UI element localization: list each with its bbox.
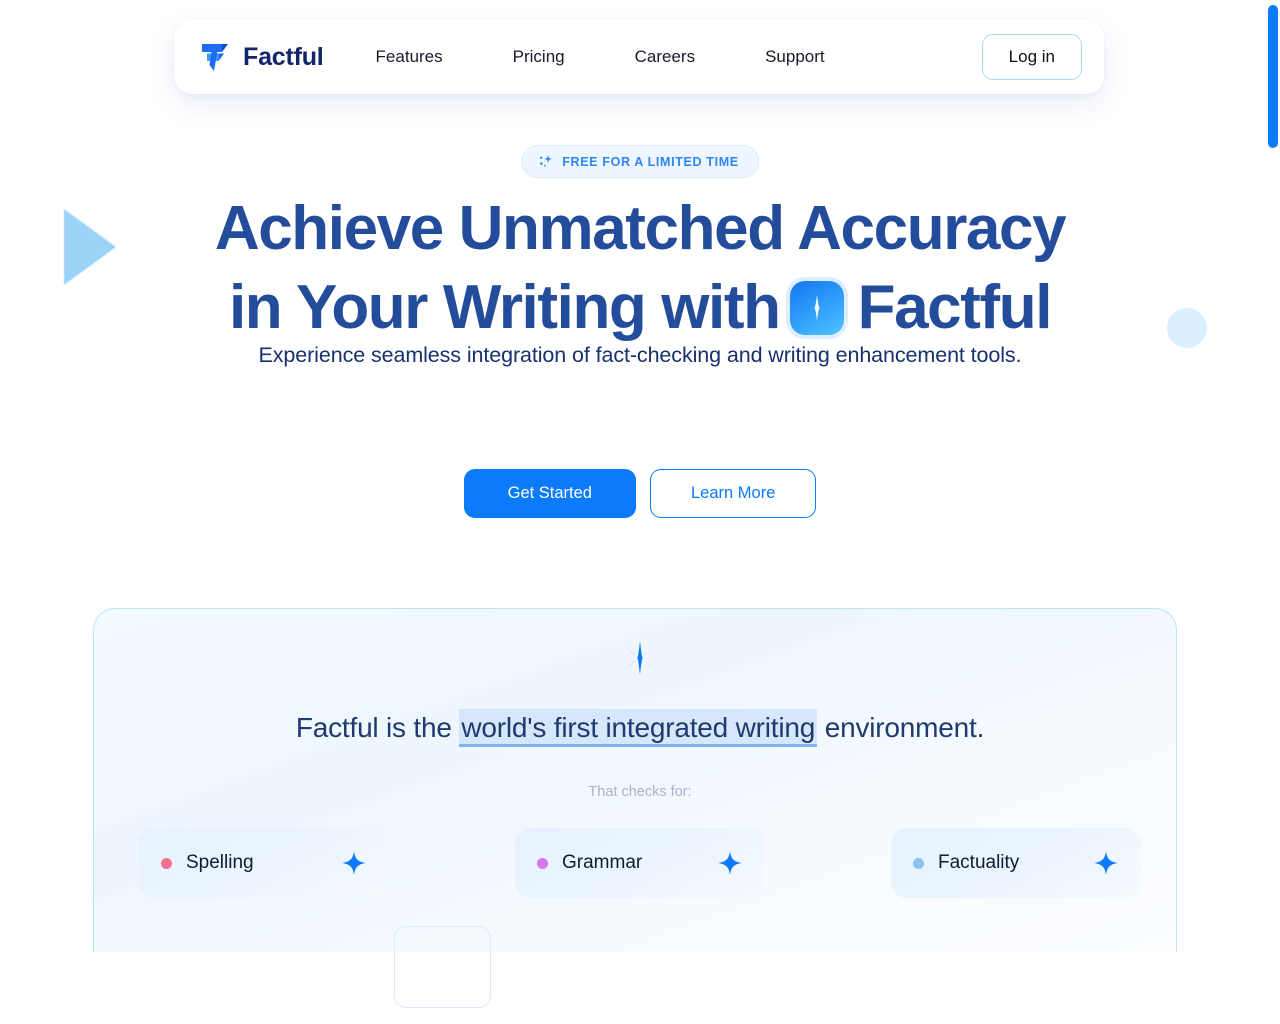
promo-badge[interactable]: FREE FOR A LIMITED TIME (521, 145, 759, 178)
spelling-dot-icon (161, 857, 172, 869)
feature-pill-label: Grammar (562, 852, 643, 873)
showcase-sentence-after: environment. (824, 712, 985, 743)
showcase-sentence: Factful is the world's first integrated … (0, 709, 1280, 747)
feature-pill-label: Factuality (938, 852, 1020, 873)
promo-badge-label: FREE FOR A LIMITED TIME (562, 154, 739, 169)
feature-pill-list: Spelling Grammar Factuality (139, 828, 1141, 898)
sparkle-star-icon (619, 640, 661, 687)
feature-pill-grammar[interactable]: Grammar (515, 828, 765, 898)
nav-link-support[interactable]: Support (765, 37, 825, 77)
get-started-button[interactable]: Get Started (463, 469, 636, 518)
headline-line-2: in Your Writing with Factful (0, 268, 1280, 347)
headline-line-2-after: Factful (857, 273, 1053, 342)
star-sparkle-icon (789, 280, 844, 335)
factful-f-logo-icon (202, 44, 228, 71)
factuality-dot-icon (913, 857, 924, 869)
star-sparkle-glyph-icon (800, 294, 833, 321)
brand-name: Factful (243, 42, 324, 71)
sparkle-icon (1094, 851, 1118, 875)
learn-more-button[interactable]: Learn More (650, 469, 817, 518)
page-title: Achieve Unmatched Accuracy in Your Writi… (0, 189, 1280, 347)
grammar-dot-icon (537, 857, 548, 869)
feature-pill-factuality[interactable]: Factuality (891, 828, 1141, 898)
sparkle-icon (718, 851, 742, 875)
showcase-sentence-highlight[interactable]: world's first integrated writing (459, 709, 818, 747)
nav-link-careers[interactable]: Careers (635, 37, 695, 77)
feature-pill-spelling[interactable]: Spelling (139, 828, 389, 898)
cta-row: Get Started Learn More (0, 469, 1280, 518)
nav-links: Features Pricing Careers Support (376, 37, 982, 77)
hero-subtitle: Experience seamless integration of fact-… (258, 343, 1022, 367)
feature-pill-label: Spelling (186, 852, 254, 873)
ghost-outline-decoration (394, 926, 491, 1008)
showcase-sentence-before: Factful is the (295, 712, 452, 743)
sparkle-icon (342, 851, 366, 875)
login-button[interactable]: Log in (981, 34, 1082, 80)
nav-link-pricing[interactable]: Pricing (513, 37, 565, 77)
vertical-scrollbar-track[interactable] (1266, 0, 1280, 1024)
checks-for-label: That checks for: (588, 784, 692, 800)
sparkle-star-glyph-icon (620, 641, 660, 675)
headline-line-1: Achieve Unmatched Accuracy (214, 194, 1067, 263)
brand-logo-link[interactable]: Factful (200, 41, 324, 73)
navbar: Factful Features Pricing Careers Support… (174, 20, 1104, 94)
sparkles-icon (540, 154, 552, 167)
headline-line-2-before: in Your Writing with (228, 273, 781, 342)
nav-link-features[interactable]: Features (376, 37, 443, 77)
vertical-scrollbar-thumb[interactable] (1268, 5, 1278, 148)
